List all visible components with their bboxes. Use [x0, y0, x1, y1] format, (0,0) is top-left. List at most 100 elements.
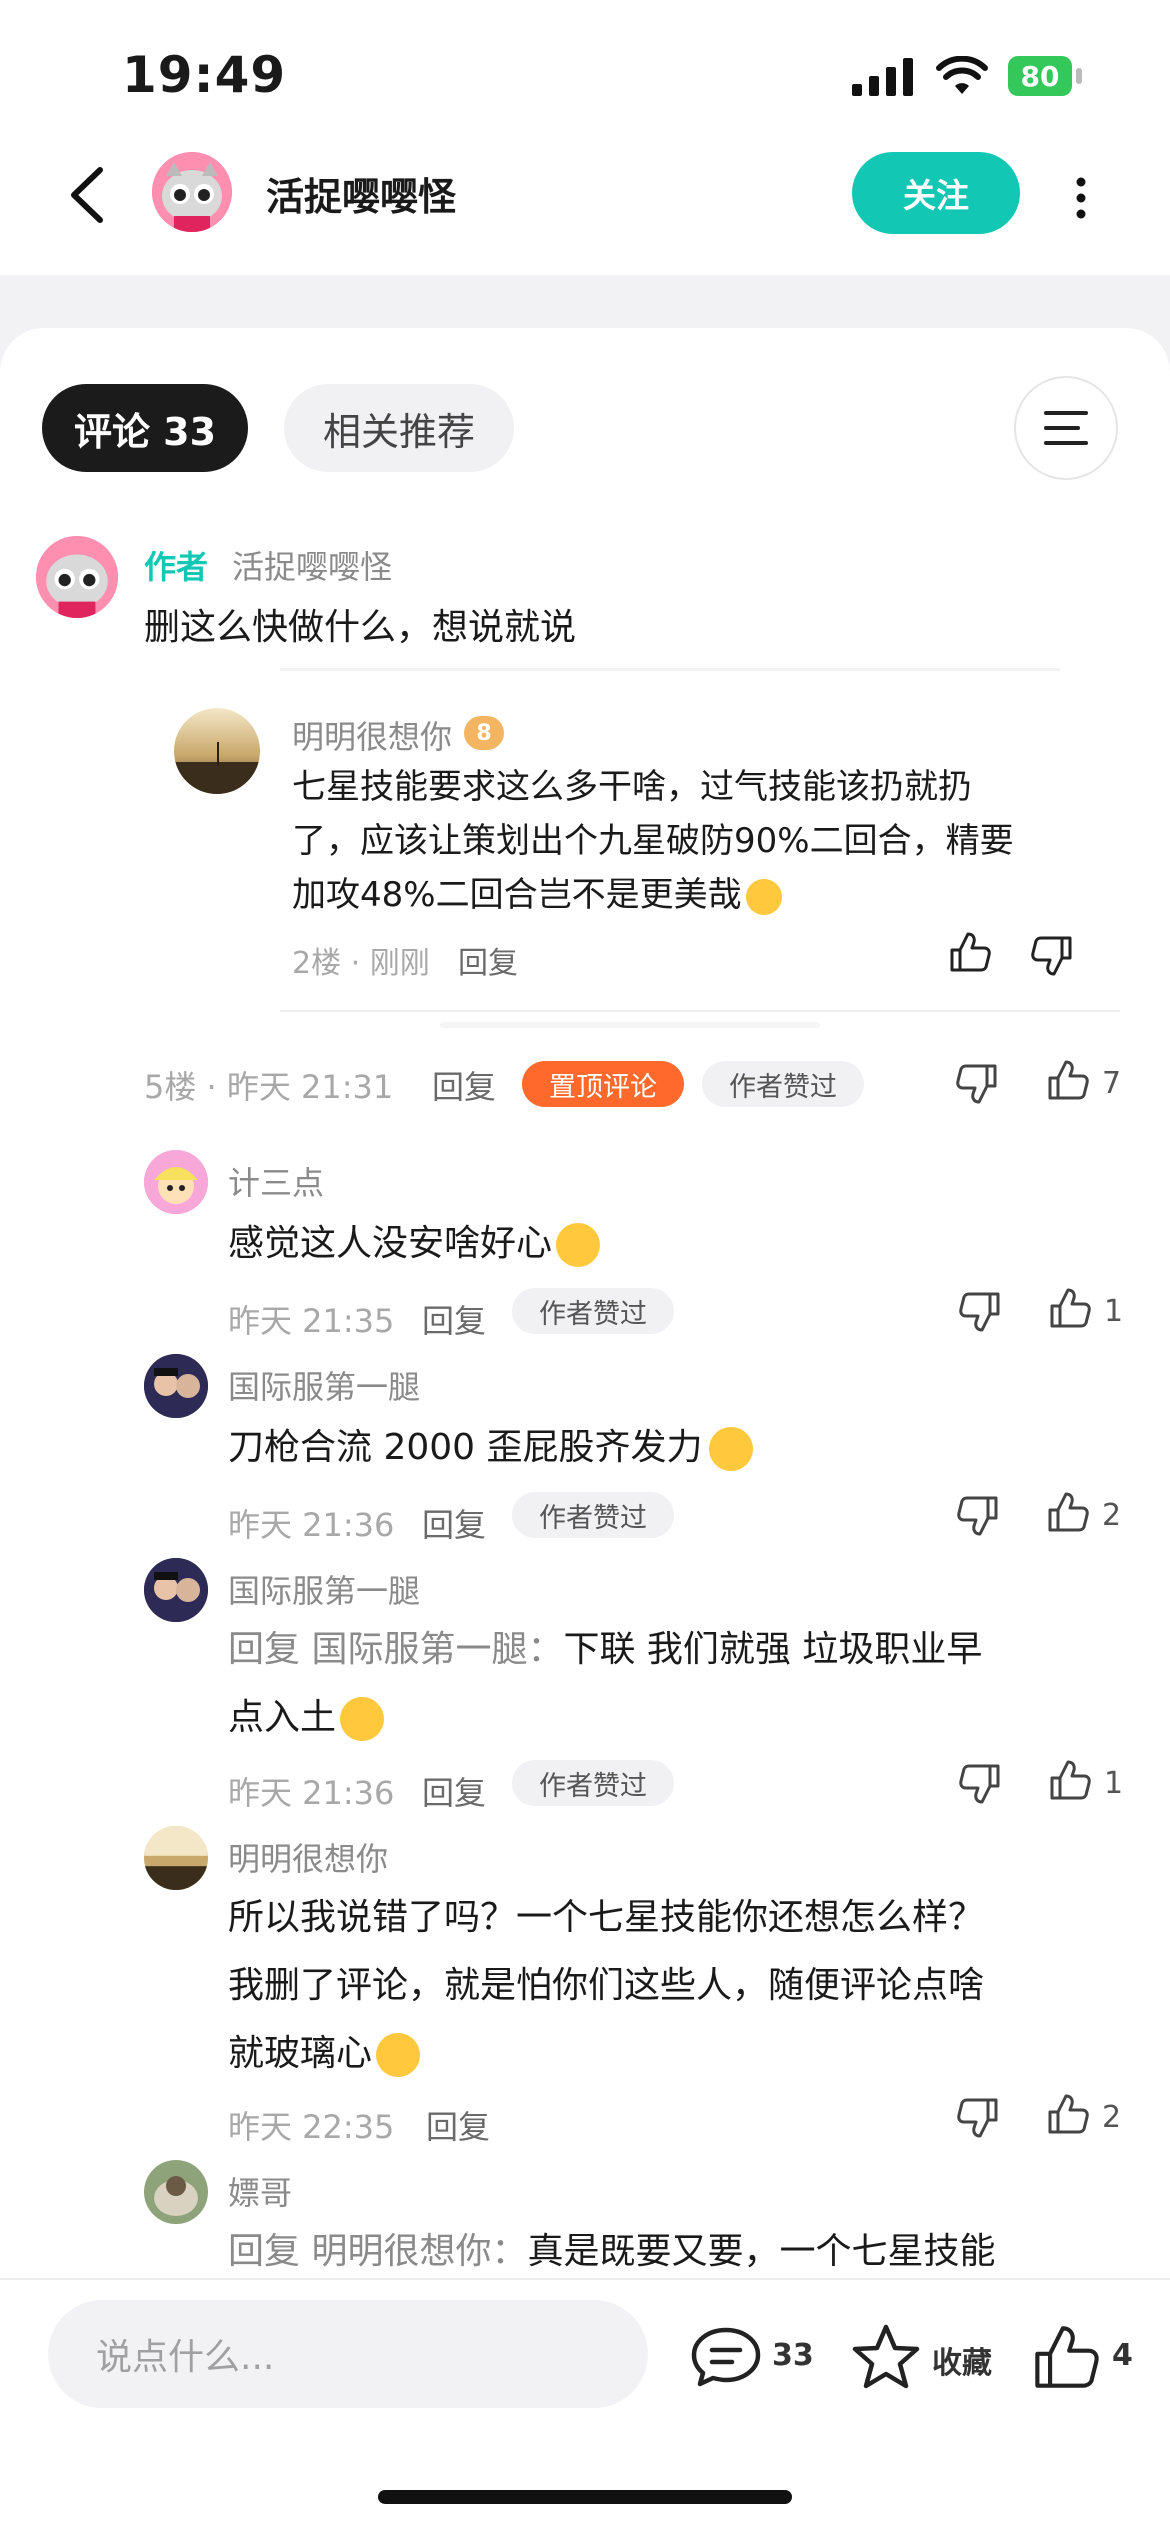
- like-icon[interactable]: [1048, 1758, 1092, 1802]
- reply-button[interactable]: 回复: [422, 1768, 486, 1814]
- divider: [280, 1010, 1120, 1012]
- reply-button[interactable]: 回复: [426, 2102, 490, 2148]
- like-count: 1: [1104, 1766, 1124, 1801]
- like-count: 7: [1102, 1066, 1122, 1101]
- like-count: 4: [1112, 2338, 1133, 2373]
- divider: [280, 668, 1060, 671]
- reply-text: 感觉这人没安啥好心: [228, 1210, 601, 1278]
- comment-input[interactable]: 说点什么...: [48, 2300, 648, 2408]
- text-line-content: 点入土: [228, 1697, 337, 1738]
- reply-text: 回复 国际服第一腿：下联 我们就强 垃圾职业早 点入土: [228, 1616, 982, 1752]
- level-badge: 8: [464, 716, 504, 750]
- battery-cap: [1076, 68, 1082, 84]
- avatar[interactable]: [36, 536, 118, 618]
- wifi-icon: [936, 56, 988, 96]
- like-icon[interactable]: [948, 930, 992, 974]
- avatar[interactable]: [144, 1354, 208, 1418]
- star-icon[interactable]: [850, 2322, 922, 2392]
- reply-button[interactable]: 回复: [422, 1296, 486, 1342]
- reply-author-name[interactable]: 明明很想你: [228, 1834, 388, 1880]
- follow-button[interactable]: 关注: [852, 152, 1020, 234]
- emoji-icon: [708, 1427, 753, 1471]
- like-icon[interactable]: [1046, 1490, 1090, 1534]
- text-line: 刀枪合流 2000 歪屁股齐发力: [228, 1427, 703, 1468]
- reply-button[interactable]: 回复: [458, 938, 518, 982]
- text-line: 点入土: [228, 1684, 982, 1752]
- text-line: 我删了评论，就是怕你们这些人，随便评论点啥: [228, 1965, 985, 2006]
- tab-related[interactable]: 相关推荐: [284, 384, 514, 472]
- avatar[interactable]: [144, 1558, 208, 1622]
- page-title: 活捉嘤嘤怪: [266, 175, 457, 219]
- text-line: 感觉这人没安啥好心: [228, 1223, 553, 1264]
- reply-text: 回复 明明很想你：真是既要又要，一个七星技能: [228, 2218, 995, 2286]
- emoji-icon: [340, 1697, 385, 1741]
- reply-author-name[interactable]: 国际服第一腿: [228, 1362, 420, 1408]
- author-liked-badge: 作者赞过: [702, 1061, 864, 1107]
- like-icon[interactable]: [1030, 2322, 1102, 2392]
- avatar[interactable]: [144, 1150, 208, 1214]
- dislike-icon[interactable]: [955, 1062, 999, 1106]
- author-avatar[interactable]: [152, 152, 232, 232]
- comment-author-name[interactable]: 活捉嘤嘤怪: [232, 542, 392, 588]
- avatar[interactable]: [144, 2160, 208, 2224]
- text-line: 所以我说错了吗？一个七星技能你还想怎么样？: [228, 1897, 985, 1938]
- like-icon[interactable]: [1046, 1058, 1090, 1102]
- author-liked-badge: 作者赞过: [512, 1288, 674, 1334]
- like-count: 2: [1102, 2100, 1122, 2135]
- battery-icon: 80: [1008, 56, 1072, 96]
- quoted-meta: 2楼 · 刚刚: [292, 946, 430, 981]
- dislike-icon[interactable]: [1030, 934, 1074, 978]
- comment-icon[interactable]: [690, 2326, 762, 2388]
- like-icon[interactable]: [1048, 1286, 1092, 1330]
- reply-prefix: 回复 国际服第一腿：: [228, 1629, 564, 1670]
- reply-button[interactable]: 回复: [432, 1062, 496, 1108]
- back-icon[interactable]: [60, 160, 120, 230]
- comment-text: 删这么快做什么，想说就说: [144, 607, 577, 648]
- signal-icon: [852, 58, 914, 96]
- quoted-text: 七星技能要求这么多干啥，过气技能该扔就扔 了，应该让策划出个九星破防90%二回合…: [292, 760, 1014, 922]
- like-icon[interactable]: [1046, 2092, 1090, 2136]
- reply-time: 昨天 21:35: [228, 1302, 395, 1340]
- dislike-icon[interactable]: [958, 1290, 1002, 1334]
- tab-comments[interactable]: 评论 33: [42, 384, 248, 472]
- like-count: 2: [1102, 1498, 1122, 1533]
- reply-text: 刀枪合流 2000 歪屁股齐发力: [228, 1414, 753, 1482]
- comment-count: 33: [772, 2338, 814, 2373]
- pinned-badge: 置顶评论: [522, 1061, 684, 1107]
- reply-time: 昨天 21:36: [228, 1774, 395, 1812]
- reply-time: 昨天 22:35: [228, 2108, 395, 2146]
- sort-button[interactable]: [1014, 376, 1118, 480]
- author-liked-badge: 作者赞过: [512, 1492, 674, 1538]
- dislike-icon[interactable]: [958, 1762, 1002, 1806]
- reply-text: 所以我说错了吗？一个七星技能你还想怎么样？ 我删了评论，就是怕你们这些人，随便评…: [228, 1884, 984, 2088]
- reply-button[interactable]: 回复: [422, 1500, 486, 1546]
- reply-author-name[interactable]: 嫖哥: [228, 2168, 292, 2214]
- like-count: 1: [1104, 1294, 1124, 1329]
- author-liked-badge: 作者赞过: [512, 1760, 674, 1806]
- battery-level: 80: [1020, 59, 1060, 93]
- dislike-icon[interactable]: [956, 1494, 1000, 1538]
- favorite-label[interactable]: 收藏: [932, 2338, 992, 2382]
- reply-prefix: 回复 明明很想你：: [228, 2231, 528, 2272]
- text-line: 加攻48%二回合岂不是更美哉: [292, 868, 1014, 922]
- emoji-icon: [376, 2033, 421, 2077]
- reply-author-name[interactable]: 国际服第一腿: [228, 1566, 420, 1612]
- dislike-icon[interactable]: [956, 2096, 1000, 2140]
- reply-author-name[interactable]: 计三点: [228, 1158, 324, 1204]
- level-value: 8: [476, 720, 492, 746]
- reply-time: 昨天 21:36: [228, 1506, 395, 1544]
- quoted-author-name[interactable]: 明明很想你: [292, 712, 452, 758]
- more-icon[interactable]: [1066, 168, 1096, 228]
- avatar[interactable]: [144, 1826, 208, 1890]
- text-line-content: 就玻璃心: [228, 2033, 373, 2074]
- text-line: 七星技能要求这么多干啥，过气技能该扔就扔: [292, 767, 972, 807]
- home-indicator: [378, 2490, 792, 2504]
- avatar[interactable]: [174, 708, 260, 794]
- text-line: 了，应该让策划出个九星破防90%二回合，精要: [292, 821, 1014, 861]
- text-line: 回复 国际服第一腿：下联 我们就强 垃圾职业早: [228, 1616, 982, 1684]
- text-line-content: 加攻48%二回合岂不是更美哉: [292, 875, 742, 915]
- text-line-content: 下联 我们就强 垃圾职业早: [563, 1629, 983, 1670]
- menu-icon: [1044, 411, 1088, 445]
- status-time: 19:49: [122, 46, 287, 104]
- text-line: 就玻璃心: [228, 2020, 984, 2088]
